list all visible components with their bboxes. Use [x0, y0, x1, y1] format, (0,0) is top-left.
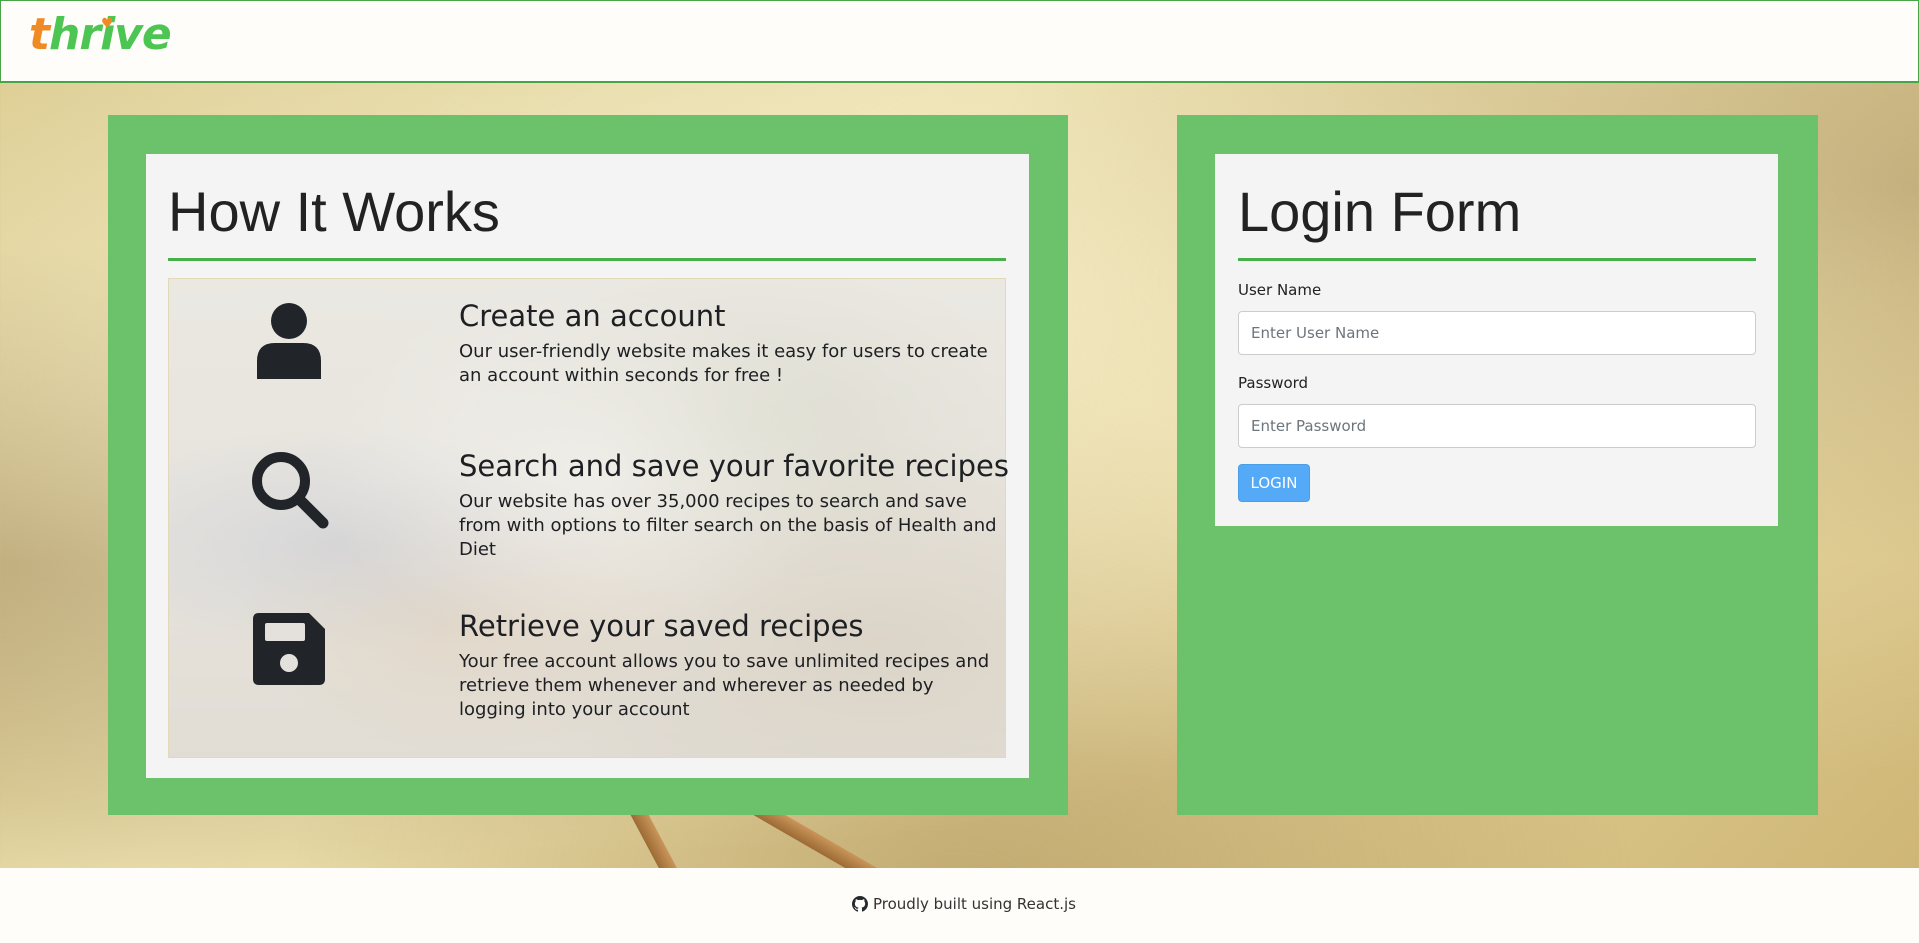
title-divider [1238, 258, 1756, 261]
password-input[interactable] [1238, 404, 1756, 448]
step-title: Create an account [459, 299, 726, 333]
save-icon [253, 613, 325, 685]
how-it-works-steps: Create an account Our user-friendly webs… [168, 278, 1009, 758]
how-it-works-card: How It Works Create an account Our user-… [146, 154, 1029, 778]
step-title: Search and save your favorite recipes [459, 449, 1009, 483]
site-header: thrive ♥ [0, 0, 1919, 83]
step-description: Our user-friendly website makes it easy … [459, 340, 988, 386]
github-icon[interactable] [852, 896, 868, 912]
site-footer: Proudly built using React.js [0, 868, 1919, 943]
footer-credit: Proudly built using React.js [852, 895, 1076, 913]
heart-icon: ♥ [101, 16, 114, 32]
search-icon [252, 452, 329, 529]
step-text: Create an account Our user-friendly webs… [459, 299, 999, 388]
login-button[interactable]: LOGIN [1238, 464, 1310, 502]
login-form-card: Login Form User Name Password LOGIN [1215, 154, 1778, 526]
user-icon [257, 303, 321, 379]
footer-text: Proudly built using React.js [873, 895, 1076, 913]
thrive-logo[interactable]: thrive ♥ [29, 13, 172, 57]
step-text: Retrieve your saved recipes Your free ac… [459, 609, 999, 722]
step-text: Search and save your favorite recipes Ou… [459, 449, 1009, 562]
step-description: Our website has over 35,000 recipes to s… [459, 490, 997, 560]
step-description: Your free account allows you to save unl… [459, 650, 990, 720]
username-input[interactable] [1238, 311, 1756, 355]
login-form-title: Login Form [1238, 180, 1522, 243]
logo-letter-t: t [29, 9, 50, 60]
username-label: User Name [1238, 281, 1322, 299]
how-it-works-title: How It Works [168, 180, 500, 243]
step-title: Retrieve your saved recipes [459, 609, 864, 643]
password-label: Password [1238, 374, 1309, 392]
title-divider [168, 258, 1006, 261]
